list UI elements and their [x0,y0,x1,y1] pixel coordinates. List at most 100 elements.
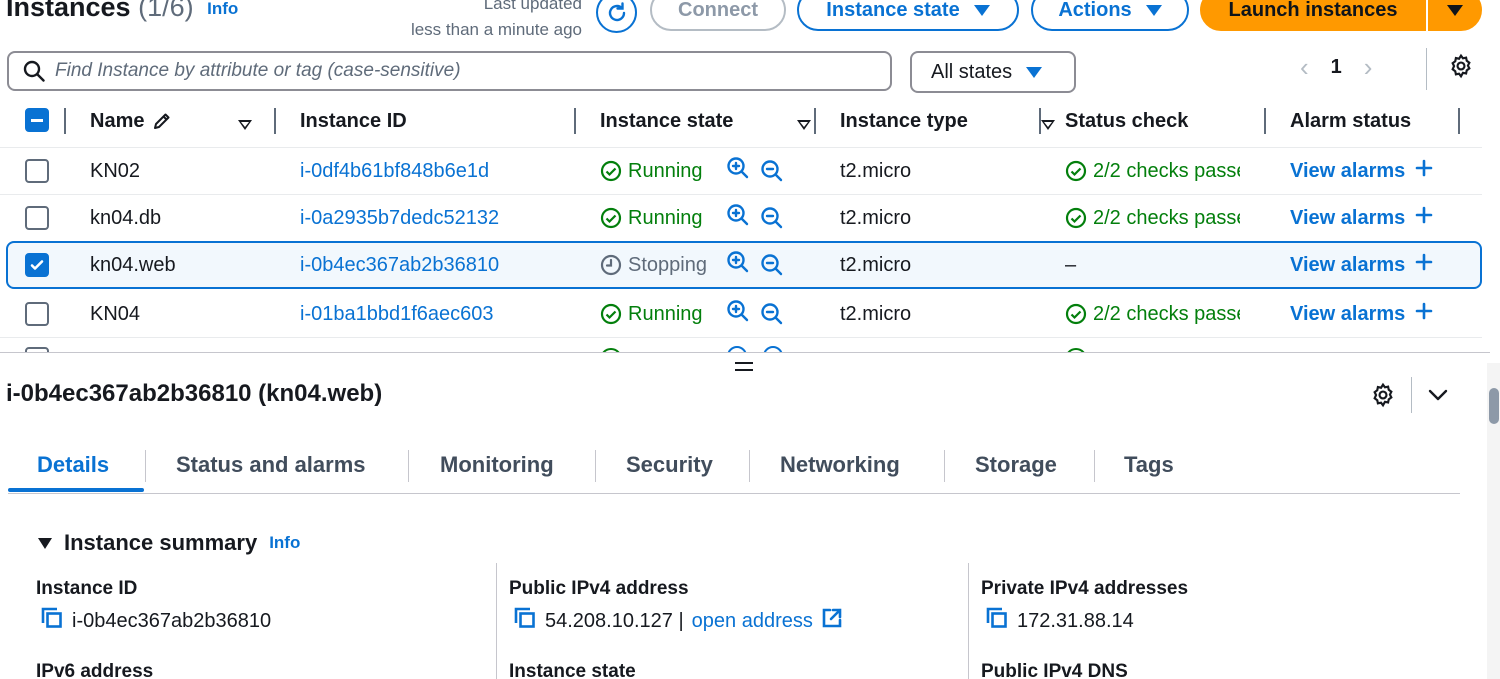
zoom-in-icon[interactable] [726,203,750,233]
status-check: 2/2 checks passec [1065,148,1240,194]
split-panel-divider [0,352,1490,353]
column-header-instance-type[interactable]: Instance type [840,109,968,133]
view-alarms-label: View alarms [1290,302,1406,325]
last-updated-label: Last updated [483,0,582,13]
zoom-in-icon[interactable] [726,299,750,329]
view-alarms-link[interactable]: View alarms [1290,243,1433,287]
scrollbar-thumb[interactable] [1489,388,1499,424]
actions-button[interactable]: Actions [1031,0,1189,31]
ipv6-field-label: IPv6 address [36,661,154,679]
instance-id-link[interactable]: i-0df4b61bf848b6e1d [300,148,489,194]
private-ipv4-value: 172.31.88.14 [1017,609,1134,632]
instance-summary-toggle[interactable]: Instance summary Info [38,530,300,556]
next-page-icon[interactable]: › [1364,52,1373,83]
launch-options-button[interactable] [1428,0,1482,31]
section-title: Instance summary [64,530,258,555]
section-info-link[interactable]: Info [269,533,300,553]
plus-icon [1415,302,1433,326]
instance-name: kn04.db [90,206,162,229]
column-header-alarm-status[interactable]: Alarm status [1290,109,1411,133]
gear-icon [1373,382,1393,408]
tab-status-and-alarms[interactable]: Status and alarms [176,452,366,478]
instance-count: (1/6) [138,0,194,22]
check-circle-icon [1065,207,1087,229]
info-link[interactable]: Info [207,0,238,18]
tab-storage[interactable]: Storage [975,452,1057,478]
launch-instances-button[interactable]: Launch instances [1200,0,1426,31]
instance-name: KN04 [90,302,141,325]
connect-button[interactable]: Connect [650,0,786,31]
zoom-out-icon[interactable] [760,206,784,230]
state-filter-select[interactable]: All states [910,51,1076,93]
zoom-out-icon[interactable] [760,159,784,183]
connect-label: Connect [678,0,758,21]
tab-details[interactable]: Details [37,452,109,478]
view-alarms-link[interactable]: View alarms [1290,195,1433,241]
resize-handle-icon[interactable] [735,362,753,371]
open-address-link[interactable]: open address [692,610,813,633]
public-ipv4-field: 54.208.10.127 | open address [513,606,843,636]
column-header-instance-state[interactable]: Instance state [600,109,733,133]
sort-icon[interactable] [238,120,252,130]
copy-icon[interactable] [985,606,1009,636]
zoom-in-icon[interactable] [726,250,750,280]
row-checkbox[interactable] [25,206,49,230]
instance-id-field-label: Instance ID [36,578,138,599]
search-input[interactable] [55,60,855,82]
tab-tags[interactable]: Tags [1124,452,1174,478]
zoom-out-icon[interactable] [760,253,784,277]
view-alarms-link[interactable]: View alarms [1290,148,1433,194]
refresh-button[interactable] [596,0,637,33]
tab-monitoring[interactable]: Monitoring [440,452,554,478]
panel-settings-button[interactable] [1370,382,1396,413]
table-row-selected[interactable]: kn04.web i-0b4ec367ab2b36810 Stopping t2… [6,241,1482,289]
column-header-instance-id[interactable]: Instance ID [300,109,407,133]
previous-page-icon[interactable]: ‹ [1300,52,1309,83]
instance-type: t2.micro [840,159,912,182]
instance-id-link[interactable]: i-0a2935b7dedc52132 [300,195,499,241]
zoom-in-icon[interactable] [726,156,750,186]
instance-id-link[interactable]: i-01ba1bbd1f6aec603 [300,291,494,337]
search-box[interactable] [7,51,892,91]
sort-icon[interactable] [1040,120,1055,130]
column-separator [574,108,576,134]
zoom-out-icon[interactable] [760,302,784,326]
tab-separator [595,450,596,482]
active-tab-indicator [8,488,144,492]
copy-icon[interactable] [513,606,537,636]
row-checkbox[interactable] [25,302,49,326]
tab-networking[interactable]: Networking [780,452,900,478]
divider [1411,377,1412,413]
row-checkbox[interactable] [25,253,49,277]
plus-icon [1415,159,1433,183]
tab-security[interactable]: Security [626,452,713,478]
column-header-status-check[interactable]: Status check [1065,109,1188,133]
table-row[interactable]: KN04 i-01ba1bbd1f6aec603 Running t2.micr… [0,291,1482,337]
tab-separator [749,450,750,482]
status-check-text: 2/2 checks passec [1093,159,1240,182]
view-alarms-link[interactable]: View alarms [1290,291,1433,337]
launch-instances-label: Launch instances [1228,0,1398,21]
detail-tabs: Details Status and alarms Monitoring Sec… [8,446,1460,494]
column-divider [496,563,497,679]
table-row[interactable]: kn04.db i-0a2935b7dedc52132 Running t2.m… [0,195,1482,241]
table-settings-button[interactable] [1448,53,1474,84]
instance-state-text: Running [628,206,703,229]
select-all-checkbox[interactable] [25,108,49,132]
status-check-text: 2/2 checks passec [1093,302,1240,325]
current-page[interactable]: 1 [1331,56,1342,79]
column-header-name[interactable]: Name [90,109,172,133]
row-checkbox[interactable] [25,159,49,183]
sort-icon[interactable] [797,120,812,130]
instance-id-link[interactable]: i-0b4ec367ab2b36810 [300,243,499,287]
collapse-panel-button[interactable] [1426,384,1450,411]
column-name-label: Name [90,109,145,132]
table-row[interactable]: KN02 i-0df4b61bf848b6e1d Running t2.micr… [0,148,1482,194]
external-link-icon[interactable] [821,607,843,635]
copy-icon[interactable] [40,606,64,636]
page-title-text: Instances [6,0,131,22]
caret-down-icon [973,4,990,16]
state-filter-value: All states [931,60,1013,83]
instance-state-button[interactable]: Instance state [797,0,1019,31]
plus-icon [1415,206,1433,230]
